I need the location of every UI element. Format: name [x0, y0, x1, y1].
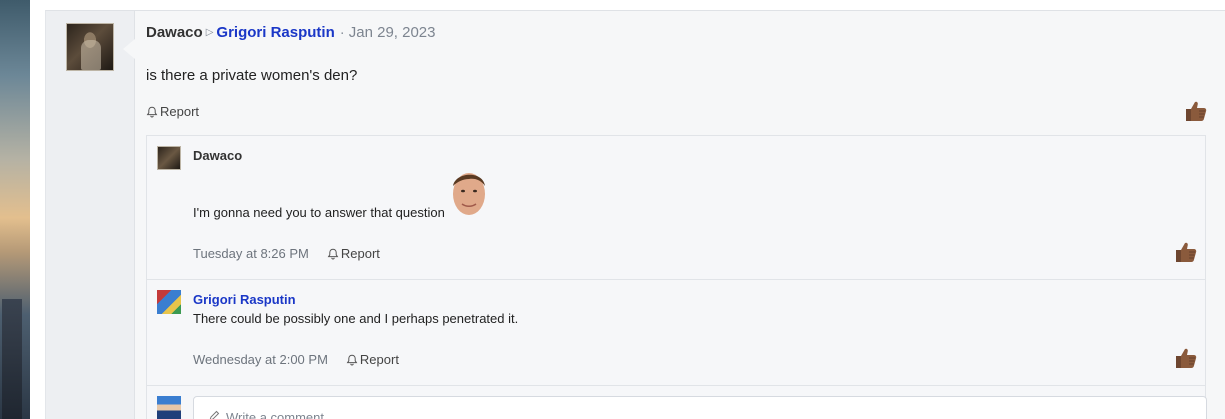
comment-item: Grigori Rasputin There could be possibly… — [147, 280, 1205, 386]
bell-icon — [146, 106, 158, 118]
post-report-link[interactable]: Report — [146, 104, 199, 119]
post-author-link[interactable]: Dawaco — [146, 24, 203, 41]
message-arrow — [123, 39, 135, 59]
bell-icon — [327, 248, 339, 260]
comment-author-link[interactable]: Dawaco — [193, 148, 242, 163]
report-label: Report — [340, 246, 380, 261]
comment-form: Write a comment... — [147, 386, 1207, 419]
post-message: is there a private women's den? — [146, 67, 358, 84]
separator-dot: · — [339, 24, 345, 41]
comment-input-placeholder: Write a comment... — [226, 410, 335, 419]
post-header: Dawaco ▷ Grigori Rasputin · Jan 29, 2023 — [146, 24, 436, 41]
thumbs-up-icon[interactable] — [1183, 98, 1209, 124]
comment-input[interactable]: Write a comment... — [193, 396, 1207, 419]
thumbs-up-icon[interactable] — [1173, 239, 1199, 265]
bell-icon — [346, 354, 358, 366]
comment-item: Dawaco I'm gonna need you to answer that… — [147, 136, 1205, 280]
comment-report-link[interactable]: Report — [327, 246, 380, 261]
comment-meta: Tuesday at 8:26 PM Report — [193, 246, 380, 261]
comment-author-link[interactable]: Grigori Rasputin — [193, 292, 296, 307]
avatar[interactable] — [157, 290, 181, 314]
comment-text: There could be possibly one and I perhap… — [193, 311, 519, 326]
thumbs-up-icon[interactable] — [1173, 345, 1199, 371]
avatar[interactable] — [66, 23, 114, 71]
report-label: Report — [359, 352, 399, 367]
reaction-face-image — [450, 164, 488, 218]
comment-meta: Wednesday at 2:00 PM Report — [193, 352, 399, 367]
page-gutter — [30, 0, 45, 419]
post-target-link[interactable]: Grigori Rasputin — [216, 24, 334, 41]
pencil-icon — [208, 410, 220, 419]
post-user-cell — [46, 11, 135, 419]
post-date[interactable]: Jan 29, 2023 — [349, 24, 436, 41]
comment-text: I'm gonna need you to answer that questi… — [193, 205, 445, 220]
comment-list: Dawaco I'm gonna need you to answer that… — [146, 135, 1207, 419]
comment-time[interactable]: Tuesday at 8:26 PM — [193, 246, 309, 261]
comment-report-link[interactable]: Report — [346, 352, 399, 367]
background-image-strip — [0, 0, 30, 419]
triangle-right-icon: ▷ — [205, 27, 214, 38]
report-label: Report — [160, 104, 200, 119]
avatar[interactable] — [157, 146, 181, 170]
avatar[interactable] — [157, 396, 181, 419]
profile-post: Dawaco ▷ Grigori Rasputin · Jan 29, 2023… — [45, 10, 1225, 419]
comment-time[interactable]: Wednesday at 2:00 PM — [193, 352, 328, 367]
